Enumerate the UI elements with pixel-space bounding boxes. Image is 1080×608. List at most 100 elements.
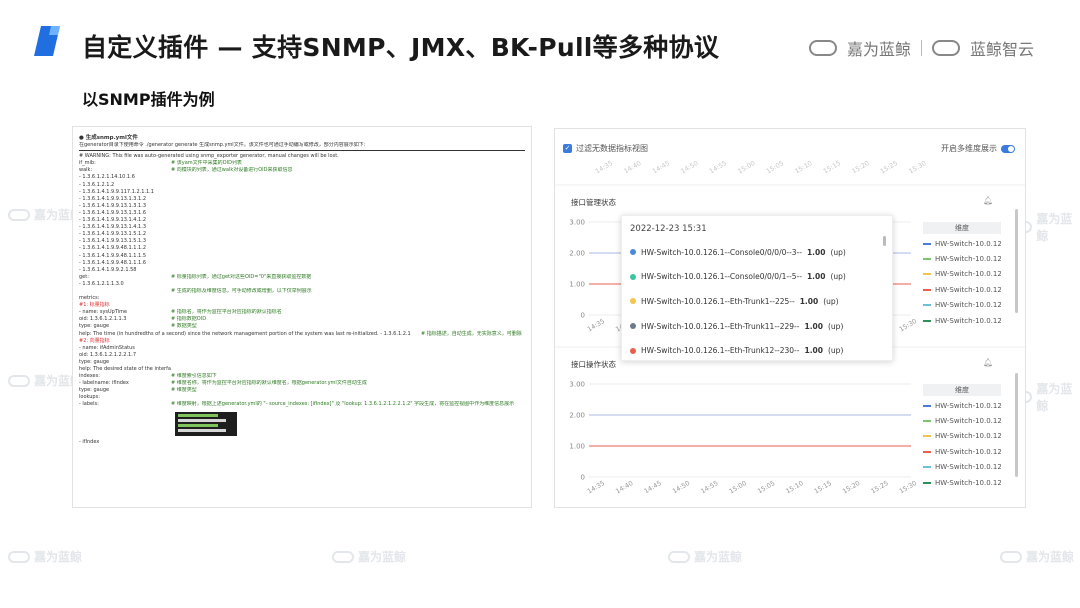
brand-divider: [920, 40, 922, 56]
tooltip-scrollbar[interactable]: [883, 236, 886, 246]
doc-code-line: metrics:: [79, 295, 100, 302]
doc-intro: 在generator目录下使用命令 ./generator generate 生…: [79, 142, 366, 149]
brand-cloud-icon: [931, 40, 960, 56]
legend-swatch: [923, 273, 931, 276]
brand-cloud-icon: [808, 40, 837, 56]
tooltip-row: HW-Switch-10.0.126.1--Eth-Trunk11--229--…: [630, 314, 884, 339]
x-tick-label: 15:20: [841, 479, 861, 495]
filter-empty-views[interactable]: ✓ 过滤无数据指标视图: [563, 143, 648, 154]
chart2-legend: 维度 HW-Switch-10.0.12. HW-Switch-10.0.12. H…: [923, 384, 1001, 490]
doc-code-line: type: gauge # 维度类型: [79, 387, 197, 394]
y-tick-label: 0: [581, 474, 585, 482]
legend-item[interactable]: HW-Switch-10.0.12.: [923, 475, 1001, 490]
legend-header: 维度: [923, 384, 1001, 396]
doc-code-line: - 1.3.6.1.4.1.9.9.13.1.4.1.3: [79, 224, 147, 231]
x-tick-label: 14:50: [679, 159, 699, 175]
checkbox-checked-icon[interactable]: ✓: [563, 144, 572, 153]
legend-swatch: [923, 242, 931, 245]
legend-item[interactable]: HW-Switch-10.0.12.: [923, 460, 1001, 475]
title-accent-icon: [34, 26, 60, 56]
legend-swatch: [923, 288, 931, 291]
y-tick-label: 1.00: [569, 281, 585, 289]
bell-icon[interactable]: 🔔︎: [983, 196, 993, 205]
x-tick-label: 15:30: [898, 479, 918, 495]
doc-metric1-lines: - name: sysUpTime # 指标名，将作为监控平台对应指标的默认指标名…: [79, 309, 525, 330]
legend-item[interactable]: HW-Switch-10.0.12.: [923, 444, 1001, 459]
slide: 嘉为蓝鲸 嘉为蓝鲸 嘉为蓝鲸 嘉为蓝鲸 嘉为蓝鲸 嘉为蓝鲸 嘉为蓝鲸 嘉为蓝鲸 …: [0, 0, 1080, 608]
doc-code-line: help: The time (in hundredths of a secon…: [79, 330, 522, 337]
legend-item[interactable]: HW-Switch-10.0.12.: [923, 282, 1001, 297]
doc-code-line: if_mib: # 该yam文件中采集的OID列表: [79, 160, 242, 167]
x-tick-label: 15:15: [813, 479, 833, 495]
doc-code-line: - 1.3.6.1.4.1.9.9.2.1.58: [79, 266, 137, 273]
x-tick-label: 15:05: [765, 159, 785, 175]
watermark-logo-icon: [8, 374, 30, 387]
multi-dimension-toggle[interactable]: 开启多维度展示: [941, 143, 1015, 154]
legend-item[interactable]: HW-Switch-10.0.12.: [923, 236, 1001, 251]
legend-swatch: [923, 420, 931, 423]
doc-code-line: type: gauge: [79, 358, 110, 365]
doc-code-line: oid: 1.3.6.1.2.1.1.3 # 指标数据OID: [79, 316, 207, 323]
doc-code-line: # 生成的指标及维度信息，可手动修改或增删，以下仅举例展示: [171, 287, 312, 294]
legend-swatch: [923, 258, 931, 261]
doc-warning: # WARNING: This file was auto-generated …: [79, 153, 339, 160]
tooltip-row: HW-Switch-10.0.126.1--Eth-Trunk1--225-- 1…: [630, 289, 884, 314]
watermark-logo-icon: [668, 550, 690, 563]
doc-code-line: get: # 标量指标列表，通过get对这些OID="0"来直接获取监控数据: [79, 273, 312, 280]
bell-icon[interactable]: 🔔︎: [983, 358, 993, 367]
doc-code-line: - 1.3.6.1.4.1.9.9.48.1.1.1.6: [79, 259, 147, 266]
page-title: 自定义插件 — 支持SNMP、JMX、BK-Pull等多种协议: [82, 33, 720, 62]
y-tick-label: 2.00: [569, 250, 585, 258]
doc-heading: ● 生成snmp.yml文件: [79, 135, 138, 141]
legend-item[interactable]: HW-Switch-10.0.12.: [923, 398, 1001, 413]
toggle-switch[interactable]: [1001, 144, 1015, 153]
x-tick-label: 14:35: [586, 479, 606, 495]
legend-item[interactable]: HW-Switch-10.0.12.: [923, 413, 1001, 428]
x-tick-label: 15:30: [907, 159, 927, 175]
series-dot-icon: [630, 273, 636, 280]
legend-item[interactable]: HW-Switch-10.0.12.: [923, 429, 1001, 444]
doc-code-lines: if_mib: # 该yam文件中采集的OID列表 walk: # 向模块的列表，通…: [79, 160, 525, 302]
doc-code-line: - labels: # 维度映射，根据上述generator.yml的 "- so…: [79, 401, 515, 408]
watermark-logo-icon: [8, 550, 30, 563]
x-tick-label: 15:00: [736, 159, 756, 175]
chart1-legend: 维度 HW-Switch-10.0.12. HW-Switch-10.0.12. H…: [923, 222, 1001, 328]
doc-code-line: - 1.3.6.1.4.1.9.9.13.1.5.1.3: [79, 238, 147, 245]
doc-code-line: lookups:: [79, 394, 100, 401]
tooltip-row: HW-Switch-10.0.126.1--Eth-Trunk12--230--…: [630, 338, 884, 363]
y-tick-label: 3.00: [569, 219, 585, 227]
tooltip-time: 2022-12-23 15:31: [630, 224, 707, 234]
metric1-tag: #1: 标量指标: [79, 302, 110, 309]
legend-item[interactable]: HW-Switch-10.0.12.: [923, 313, 1001, 328]
y-tick-label: 2.00: [569, 412, 585, 420]
doc-code-line: - labelname: ifIndex # 维度名称，将作为监控平台对应指标的默…: [79, 380, 367, 387]
series-dot-icon: [630, 347, 636, 354]
doc-code-line: type: gauge # 数据类型: [79, 323, 197, 330]
legend-item[interactable]: HW-Switch-10.0.12.: [923, 267, 1001, 282]
brand-name-right: 蓝鲸智云: [969, 40, 1034, 59]
legend-item[interactable]: HW-Switch-10.0.12.: [923, 251, 1001, 266]
doc-code-line: help: The desired state of the interface…: [79, 366, 171, 372]
brand-logos: 嘉为蓝鲸 蓝鲸智云: [808, 36, 1034, 60]
x-tick-label: 14:40: [614, 479, 634, 495]
x-tick-label: 15:10: [784, 479, 804, 495]
y-tick-label: 3.00: [569, 381, 585, 389]
legend-swatch: [923, 404, 931, 407]
doc-code-line: - 1.3.6.1.4.1.9.9.13.1.5.1.2: [79, 231, 147, 238]
dashboard-scrollbar[interactable]: [1015, 373, 1018, 477]
legend-swatch: [923, 481, 931, 484]
dashboard-scrollbar[interactable]: [1015, 209, 1018, 313]
watermark: 嘉为蓝鲸: [668, 548, 742, 565]
snmp-config-document: ● 生成snmp.yml文件 在generator目录下使用命令 ./gener…: [72, 126, 532, 508]
y-tick-label: 1.00: [569, 443, 585, 451]
series-dot-icon: [630, 249, 636, 256]
series-dot-icon: [630, 323, 636, 330]
chart-tooltip: 2022-12-23 15:31 HW-Switch-10.0.126.1--C…: [621, 215, 893, 361]
doc-code-line: - 1.3.6.1.2.1.14.10.1.6: [79, 174, 135, 181]
doc-code-line: - 1.3.6.1.2.1.1.3.0: [79, 280, 124, 287]
x-tick-label: 14:55: [708, 159, 728, 175]
legend-item[interactable]: HW-Switch-10.0.12.: [923, 298, 1001, 313]
x-tick-label: 15:10: [793, 159, 813, 175]
x-tick-label: 14:50: [671, 479, 691, 495]
watermark: 嘉为蓝鲸: [8, 548, 82, 565]
